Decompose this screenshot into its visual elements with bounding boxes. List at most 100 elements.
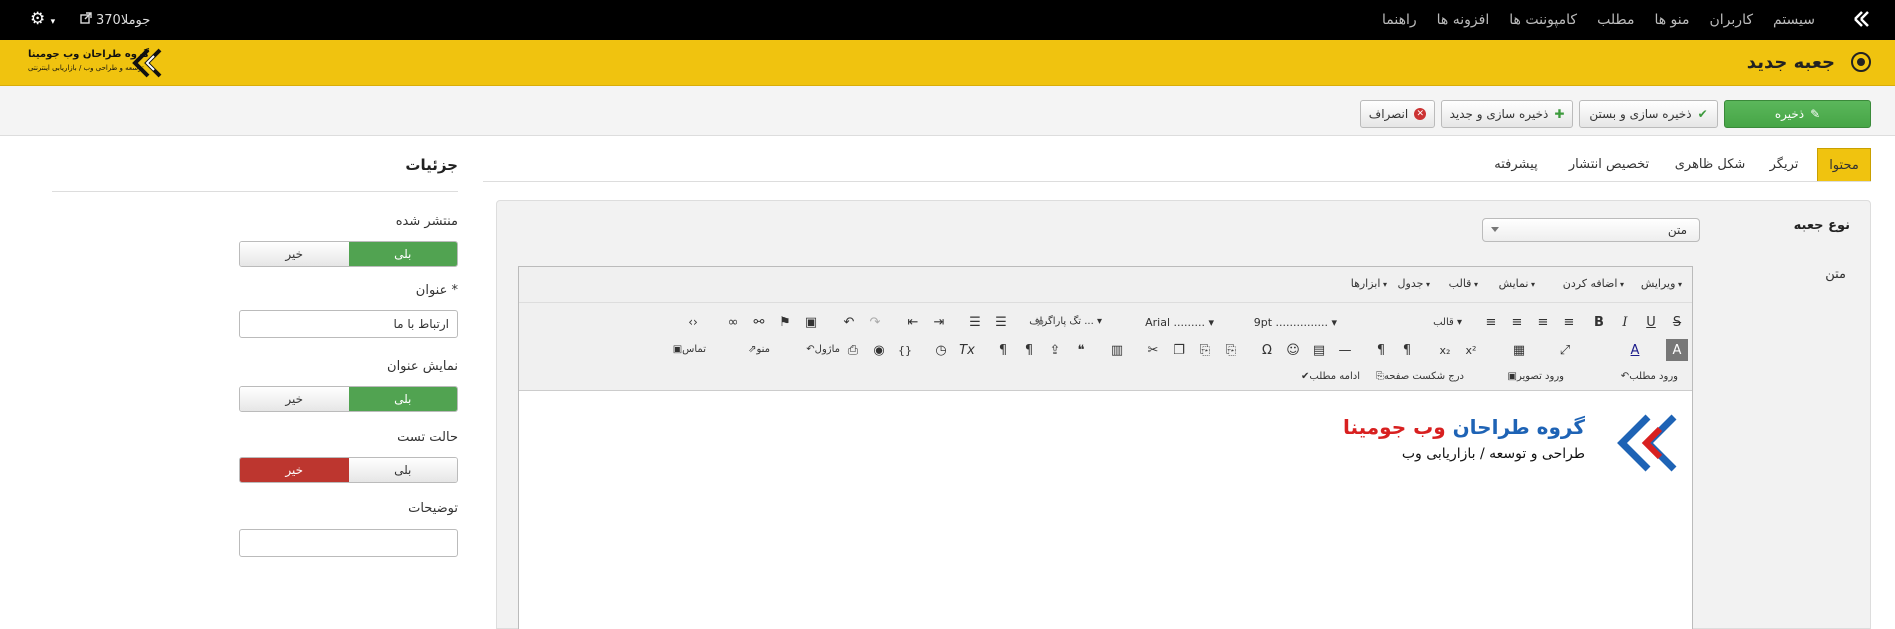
paste-text-icon[interactable]: ⎘ — [1194, 339, 1216, 361]
clear-format-icon[interactable]: Tx — [956, 339, 978, 361]
read-more-button[interactable]: ✔ادامه مطلب — [1301, 371, 1360, 382]
tab-assignments[interactable]: تخصیص انتشار — [1559, 148, 1659, 181]
visual-chars-icon[interactable]: ¶ — [992, 339, 1014, 361]
link-icon[interactable]: ∞ — [722, 311, 744, 333]
menu-table[interactable]: جدول — [1398, 277, 1430, 290]
menu-help[interactable]: راهنما — [1382, 12, 1417, 28]
editor-content[interactable]: گروه طراحان وب جومینا طراحی و توسعه / با… — [519, 391, 1692, 629]
redo-icon[interactable]: ↷ — [864, 311, 886, 333]
published-no[interactable]: خیر — [240, 242, 349, 266]
align-left-icon[interactable]: ≡ — [1480, 311, 1502, 333]
upload-icon[interactable]: ⇪ — [1044, 339, 1066, 361]
tab-advanced[interactable]: پیشرفته — [1481, 148, 1551, 181]
menu-button[interactable]: ⇗منو — [748, 344, 770, 355]
module-button[interactable]: ↶ماژول — [806, 344, 840, 355]
menu-system[interactable]: سیستم — [1773, 12, 1815, 28]
align-center-icon[interactable]: ≡ — [1506, 311, 1528, 333]
test-mode-yes[interactable]: بلی — [348, 458, 457, 482]
fullscreen-icon[interactable]: ⤢ — [1554, 339, 1576, 361]
tab-appearance[interactable]: شکل ظاهری — [1667, 148, 1753, 181]
code-icon[interactable]: ‹› — [682, 311, 704, 333]
menu-users[interactable]: کاربران — [1710, 12, 1753, 28]
text-label: متن — [1825, 267, 1846, 282]
menu-tools[interactable]: ابزارها — [1351, 277, 1387, 290]
bold-icon[interactable]: B — [1588, 311, 1610, 333]
menu-view[interactable]: نمایش — [1499, 277, 1535, 290]
italic-icon[interactable]: I — [1614, 311, 1636, 333]
menu-edit[interactable]: ویرایش — [1641, 277, 1682, 290]
tab-trigger[interactable]: تریگر — [1761, 148, 1807, 181]
insert-image-button[interactable]: ▣ورود تصویر — [1508, 371, 1565, 382]
details-sidebar: جزئیات منتشر شده خیر بلی عنوان * نمایش ع… — [52, 148, 458, 629]
insert-article-button[interactable]: ↶ورود مطلب — [1621, 371, 1678, 382]
horizontal-rule-icon[interactable]: — — [1334, 339, 1356, 361]
emoticon-icon[interactable]: ☺ — [1282, 339, 1304, 361]
main-menu: سیستم کاربران منو ها مطلب کامپوننت ها اف… — [1382, 12, 1815, 28]
page-break-button[interactable]: ⎘درج شکست صفحه — [1376, 371, 1464, 382]
table-icon[interactable]: ▦ — [1508, 339, 1530, 361]
title-input[interactable] — [239, 310, 458, 338]
underline-icon[interactable]: U — [1640, 311, 1662, 333]
superscript-icon[interactable]: x² — [1460, 339, 1482, 361]
cut-icon[interactable]: ✂ — [1142, 339, 1164, 361]
description-label: توضیحات — [408, 501, 458, 516]
save-new-button[interactable]: ذخیره سازی و جدید ✚ — [1441, 100, 1573, 128]
align-justify-icon[interactable]: ≡ — [1558, 311, 1580, 333]
print-icon[interactable]: ⎙ — [842, 339, 864, 361]
menu-components[interactable]: کامپوننت ها — [1509, 12, 1577, 28]
show-title-yes[interactable]: بلی — [348, 387, 457, 411]
menu-extensions[interactable]: افزونه ها — [1437, 12, 1490, 28]
background-color-icon[interactable]: A — [1666, 339, 1688, 361]
show-title-no[interactable]: خیر — [240, 387, 349, 411]
binoculars-icon[interactable]: ⌕ — [1030, 311, 1052, 333]
description-input[interactable] — [239, 529, 458, 557]
code-sample-icon[interactable]: {} — [894, 339, 916, 361]
content-panel: نوع جعبه متن متن ویرایش اضافه کردن نمایش… — [496, 200, 1871, 629]
tab-content[interactable]: محتوا — [1817, 148, 1871, 181]
page-title: جعبه جدید — [1746, 52, 1835, 73]
joomla-icon[interactable] — [1853, 11, 1873, 31]
font-family-dropdown[interactable]: Arial ......... ▾ — [1145, 316, 1214, 329]
bullet-list-icon[interactable]: ☰ — [964, 311, 986, 333]
blockquote-icon[interactable]: ❝ — [1070, 339, 1092, 361]
save-button[interactable]: ذخیره ✎ — [1724, 100, 1871, 128]
ltr-icon[interactable]: ¶ — [1370, 339, 1392, 361]
test-mode-no[interactable]: خیر — [240, 458, 349, 482]
numbered-list-icon[interactable]: ☰ — [990, 311, 1012, 333]
unlink-icon[interactable]: ⚯ — [748, 311, 770, 333]
strikethrough-icon[interactable]: S — [1666, 311, 1688, 333]
undo-icon[interactable]: ↶ — [838, 311, 860, 333]
paste-icon[interactable]: ⎘ — [1220, 339, 1242, 361]
menu-insert[interactable]: اضافه کردن — [1563, 277, 1624, 290]
preview-icon[interactable]: ◉ — [868, 339, 890, 361]
menu-format[interactable]: قالب — [1449, 277, 1478, 290]
template-icon[interactable]: ▥ — [1106, 339, 1128, 361]
site-link[interactable]: جوملا370 — [80, 12, 150, 28]
editor-toolbar: S U I B ≡ ≡ ≡ ≡ قالب ▾ 9pt .............… — [519, 303, 1692, 391]
cancel-button[interactable]: انصراف ✕ — [1360, 100, 1435, 128]
omega-icon[interactable]: Ω — [1256, 339, 1278, 361]
outdent-icon[interactable]: ⇤ — [902, 311, 924, 333]
pagebreak-icon[interactable]: ¶ — [1018, 339, 1040, 361]
indent-icon[interactable]: ⇥ — [928, 311, 950, 333]
media-icon[interactable]: ▤ — [1308, 339, 1330, 361]
font-size-dropdown[interactable]: 9pt ............... ▾ — [1254, 316, 1337, 329]
clock-icon[interactable]: ◷ — [930, 339, 952, 361]
styles-dropdown[interactable]: قالب ▾ — [1433, 317, 1462, 328]
bookmark-icon[interactable]: ⚑ — [774, 311, 796, 333]
gear-icon[interactable]: ⚙ ▾ — [30, 9, 55, 29]
text-color-icon[interactable]: A — [1624, 339, 1646, 361]
save-close-button[interactable]: ذخیره سازی و بستن ✔ — [1579, 100, 1718, 128]
menu-content[interactable]: مطلب — [1597, 12, 1634, 28]
box-type-select[interactable]: متن — [1482, 218, 1700, 242]
copy-icon[interactable]: ❐ — [1168, 339, 1190, 361]
contact-button[interactable]: ▣تماس — [673, 344, 706, 355]
image-icon[interactable]: ▣ — [800, 311, 822, 333]
brand-logo: گروه طراحان وب جومینا توسعه و طراحی وب /… — [28, 46, 168, 80]
show-title-label: نمایش عنوان — [387, 359, 458, 374]
align-right-icon[interactable]: ≡ — [1532, 311, 1554, 333]
rtl-icon[interactable]: ¶ — [1396, 339, 1418, 361]
subscript-icon[interactable]: x₂ — [1434, 339, 1456, 361]
menu-menus[interactable]: منو ها — [1654, 12, 1689, 28]
published-yes[interactable]: بلی — [348, 242, 457, 266]
